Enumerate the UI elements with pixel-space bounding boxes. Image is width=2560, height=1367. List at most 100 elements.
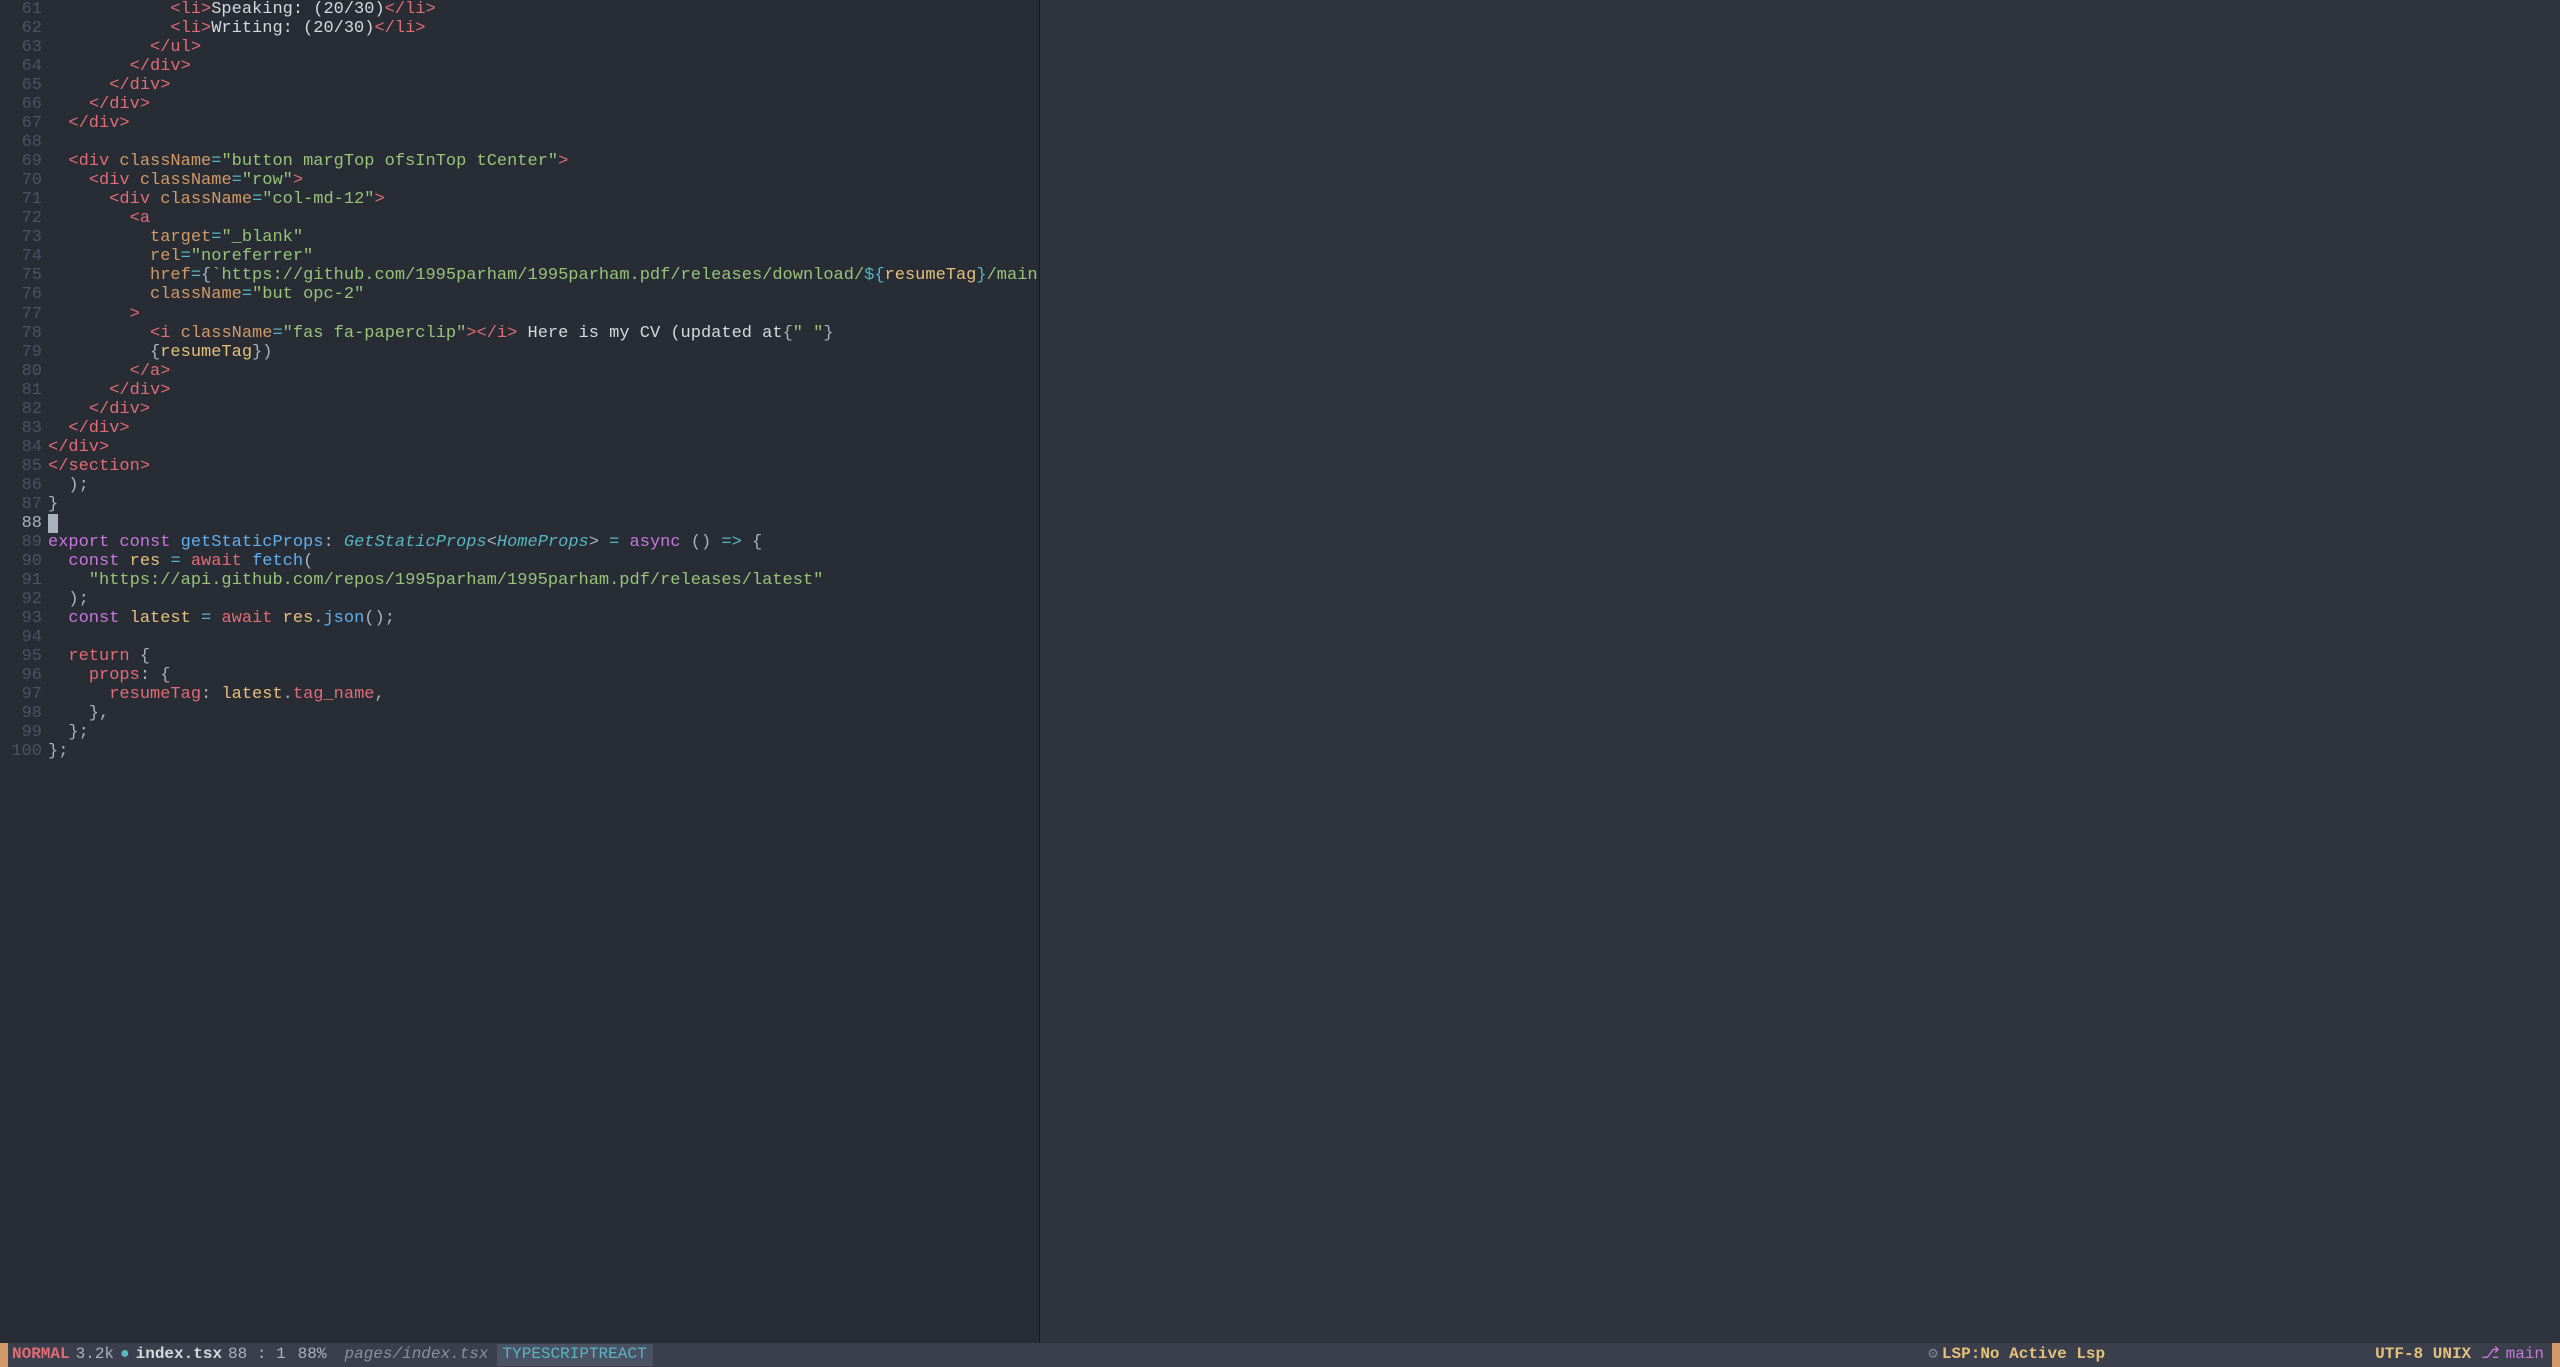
code-line[interactable]: }, xyxy=(48,704,1039,723)
code-line[interactable]: <div className="row"> xyxy=(48,171,1039,190)
code-line[interactable]: rel="noreferrer" xyxy=(48,247,1039,266)
token: "row" xyxy=(242,171,293,190)
code-line[interactable]: return { xyxy=(48,647,1039,666)
token: = xyxy=(181,247,191,266)
encoding: UTF-8 UNIX xyxy=(2365,1346,2481,1364)
token xyxy=(48,285,150,304)
code-line[interactable]: <div className="col-md-12"> xyxy=(48,190,1039,209)
code-line[interactable]: </div> xyxy=(48,381,1039,400)
code-line[interactable]: } xyxy=(48,495,1039,514)
code-line[interactable]: </div> xyxy=(48,57,1039,76)
code-line[interactable]: props: { xyxy=(48,666,1039,685)
editor-pane-right[interactable] xyxy=(1040,0,2560,1343)
token: HomeProps xyxy=(497,533,589,552)
code-line[interactable]: <li>Speaking: (20/30)</li> xyxy=(48,0,1039,19)
cursor xyxy=(48,514,58,533)
code-line[interactable]: ); xyxy=(48,590,1039,609)
token xyxy=(48,609,68,628)
token: `https://github.com/1995parham/1995parha… xyxy=(211,266,864,285)
code-line[interactable]: <li>Writing: (20/30)</li> xyxy=(48,19,1039,38)
token: props xyxy=(89,666,140,685)
line-number: 67 xyxy=(0,114,48,133)
line-number: 88 xyxy=(0,514,48,533)
token xyxy=(48,38,150,57)
code-line[interactable]: <div className="button margTop ofsInTop … xyxy=(48,152,1039,171)
vim-mode: NORMAL xyxy=(8,1346,76,1364)
code-line[interactable]: const res = await fetch( xyxy=(48,552,1039,571)
line-number: 90 xyxy=(0,552,48,571)
code-line[interactable]: </div> xyxy=(48,400,1039,419)
token xyxy=(48,171,89,190)
token: (); xyxy=(364,609,395,628)
token: <div xyxy=(109,190,160,209)
line-number: 95 xyxy=(0,647,48,666)
line-number: 73 xyxy=(0,228,48,247)
code-line[interactable] xyxy=(48,133,1039,152)
token: GetStaticProps xyxy=(344,533,487,552)
token: </div> xyxy=(109,76,170,95)
token xyxy=(48,381,109,400)
token: = xyxy=(211,228,221,247)
token: }) xyxy=(252,343,272,362)
token: </div> xyxy=(130,57,191,76)
token: > xyxy=(293,171,303,190)
line-number: 66 xyxy=(0,95,48,114)
line-number: 62 xyxy=(0,19,48,38)
code-line[interactable]: className="but opc-2" xyxy=(48,285,1039,304)
code-line[interactable]: ); xyxy=(48,476,1039,495)
line-number: 98 xyxy=(0,704,48,723)
code-line[interactable]: "https://api.github.com/repos/1995parham… xyxy=(48,571,1039,590)
token: export xyxy=(48,533,119,552)
code-line[interactable]: const latest = await res.json(); xyxy=(48,609,1039,628)
token: await xyxy=(221,609,282,628)
code-line[interactable]: </div> xyxy=(48,95,1039,114)
code-area[interactable]: <li>Speaking: (20/30)</li> <li>Writing: … xyxy=(48,0,1039,761)
code-line[interactable]: export const getStaticProps: GetStaticPr… xyxy=(48,533,1039,552)
token xyxy=(48,647,68,666)
code-line[interactable]: </a> xyxy=(48,362,1039,381)
code-line[interactable]: </div> xyxy=(48,419,1039,438)
token: "noreferrer" xyxy=(191,247,313,266)
token: className xyxy=(150,285,242,304)
code-line[interactable]: {resumeTag}) xyxy=(48,343,1039,362)
code-line[interactable] xyxy=(48,514,1039,533)
token xyxy=(48,57,130,76)
code-line[interactable]: </section> xyxy=(48,457,1039,476)
token: : { xyxy=(140,666,171,685)
line-number: 85 xyxy=(0,457,48,476)
code-line[interactable]: </div> xyxy=(48,76,1039,95)
code-line[interactable]: <a xyxy=(48,209,1039,228)
token: </li> xyxy=(374,19,425,38)
token: = xyxy=(191,266,201,285)
token: " " xyxy=(793,324,824,343)
code-line[interactable]: target="_blank" xyxy=(48,228,1039,247)
code-line[interactable]: <i className="fas fa-paperclip"></i> Her… xyxy=(48,324,1039,343)
editor-pane-left[interactable]: 6162636465666768697071727374757677787980… xyxy=(0,0,1040,1343)
code-line[interactable]: </div> xyxy=(48,114,1039,133)
token: : xyxy=(201,685,221,704)
code-line[interactable]: }; xyxy=(48,742,1039,761)
scroll-percent: 88% xyxy=(298,1346,345,1364)
token: > xyxy=(589,533,609,552)
line-number: 94 xyxy=(0,628,48,647)
token: = xyxy=(242,285,252,304)
code-line[interactable] xyxy=(48,628,1039,647)
token: = xyxy=(201,609,221,628)
code-line[interactable]: > xyxy=(48,305,1039,324)
file-name: index.tsx xyxy=(136,1346,228,1364)
line-number: 99 xyxy=(0,723,48,742)
line-number: 63 xyxy=(0,38,48,57)
token: tag_name xyxy=(293,685,375,704)
token xyxy=(160,552,170,571)
code-line[interactable]: </div> xyxy=(48,438,1039,457)
code-line[interactable]: }; xyxy=(48,723,1039,742)
token: Here is my CV (updated at xyxy=(517,324,782,343)
code-line[interactable]: resumeTag: latest.tag_name, xyxy=(48,685,1039,704)
token xyxy=(48,228,150,247)
line-number: 89 xyxy=(0,533,48,552)
token: = xyxy=(211,152,221,171)
token: </ul> xyxy=(150,38,201,57)
line-number: 97 xyxy=(0,685,48,704)
code-line[interactable]: </ul> xyxy=(48,38,1039,57)
code-line[interactable]: href={`https://github.com/1995parham/199… xyxy=(48,266,1039,285)
